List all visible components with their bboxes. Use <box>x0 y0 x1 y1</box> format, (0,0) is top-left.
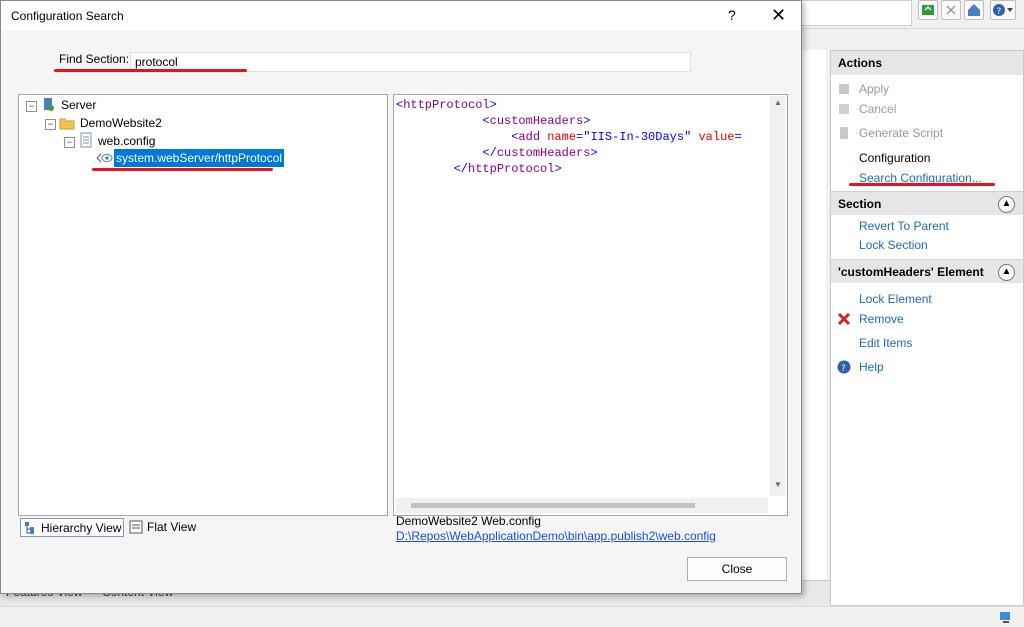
config-path-link[interactable]: D:\Repos\WebApplicationDemo\bin\app.publ… <box>396 529 716 543</box>
folder-icon <box>59 118 75 130</box>
section-header-label: Section <box>838 197 882 211</box>
xml-token: httpProtocol <box>403 98 490 112</box>
tree-node-server[interactable]: Server <box>61 96 96 114</box>
xml-token: "IIS-In-30Days" <box>583 130 692 144</box>
actions-pane: Actions Apply Cancel Generate Script Con… <box>830 50 1024 606</box>
config-file-icon <box>80 132 92 148</box>
address-field[interactable] <box>800 0 912 26</box>
flat-view-label: Flat View <box>147 520 197 534</box>
help-icon: ? <box>837 360 851 374</box>
xml-token: = <box>734 130 742 144</box>
refresh-icon[interactable] <box>918 0 938 20</box>
xml-code: <httpProtocol> <customHeaders> < add name… <box>396 97 742 177</box>
element-header-label: 'customHeaders' Element <box>838 265 984 279</box>
horizontal-scroll-thumb[interactable] <box>411 503 695 508</box>
actions-header: Actions <box>831 51 1023 75</box>
home-icon[interactable] <box>964 0 984 20</box>
generate-script-action[interactable]: Generate Script <box>859 124 943 142</box>
flat-view-tab[interactable]: Flat View <box>127 518 207 537</box>
find-section-highlight <box>54 69 247 72</box>
xml-token: customHeaders <box>496 146 591 160</box>
config-location-title: DemoWebsite2 Web.config <box>396 514 541 528</box>
hierarchy-view-tab[interactable]: Hierarchy View <box>20 518 124 537</box>
section-icon <box>96 153 113 163</box>
xml-token: customHeaders <box>489 114 584 128</box>
xml-token: > <box>554 162 562 176</box>
help-dropdown-icon[interactable]: ? <box>990 0 1016 20</box>
stop-icon[interactable] <box>941 0 961 20</box>
xml-line: <httpProtocol> <box>396 97 742 113</box>
xml-line: <add name="IIS-In-30Days" value= <box>396 129 742 145</box>
configuration-search-dialog: Configuration Search ? ✕ Find Section: −… <box>0 0 802 594</box>
xml-token: > <box>583 114 591 128</box>
collapse-config-icon[interactable]: − <box>64 137 75 148</box>
cancel-icon <box>839 104 849 114</box>
edit-items-action[interactable]: Edit Items <box>859 334 912 352</box>
tree-node-site[interactable]: DemoWebsite2 <box>80 114 162 132</box>
revert-to-parent-action[interactable]: Revert To Parent <box>859 217 949 235</box>
xml-line: </httpProtocol> <box>396 161 742 177</box>
section-tree: − Server − DemoWebsite2 − web.config sys… <box>18 94 388 516</box>
features-area <box>800 50 826 608</box>
xml-preview: <httpProtocol> <customHeaders> < add name… <box>393 94 788 516</box>
vertical-scrollbar[interactable]: ▲ ▼ <box>770 96 785 496</box>
xml-line: </customHeaders> <box>396 145 742 161</box>
xml-token: </ <box>482 146 497 160</box>
xml-token: value <box>698 130 735 144</box>
remove-icon <box>837 312 851 326</box>
collapse-server-icon[interactable]: − <box>26 101 37 112</box>
selected-node-highlight <box>92 168 273 171</box>
xml-line: <customHeaders> <box>396 113 742 129</box>
xml-token: httpProtocol <box>468 162 555 176</box>
dialog-title: Configuration Search <box>11 9 124 23</box>
xml-token: < <box>482 114 490 128</box>
close-icon[interactable]: ✕ <box>771 5 786 26</box>
help-action[interactable]: Help <box>859 358 884 376</box>
svg-text:?: ? <box>841 364 846 374</box>
help-button[interactable]: ? <box>728 7 736 23</box>
configuration-label: Configuration <box>859 151 931 165</box>
xml-token: name <box>547 130 577 144</box>
collapse-section-icon[interactable]: ▲ <box>998 196 1015 213</box>
scroll-down-icon[interactable]: ▼ <box>774 480 782 489</box>
apply-action[interactable]: Apply <box>859 80 889 98</box>
network-icon <box>1000 612 1010 623</box>
section-header[interactable]: Section ▲ <box>831 191 1023 215</box>
flat-view-icon <box>129 520 143 534</box>
find-section-label: Find Section: <box>59 52 130 66</box>
xml-token: </ <box>453 162 469 176</box>
scroll-up-icon[interactable]: ▲ <box>774 98 782 107</box>
search-configuration-highlight <box>849 183 995 186</box>
svg-text:?: ? <box>997 7 1002 17</box>
tree-node-section-selected[interactable]: system.webServer/httpProtocol <box>114 149 285 167</box>
element-header[interactable]: 'customHeaders' Element ▲ <box>831 259 1023 283</box>
remove-action[interactable]: Remove <box>859 310 904 328</box>
server-icon <box>44 98 54 111</box>
lock-element-action[interactable]: Lock Element <box>859 290 932 308</box>
tree-node-config[interactable]: web.config <box>98 132 155 150</box>
collapse-site-icon[interactable]: − <box>45 119 56 130</box>
apply-icon <box>839 84 849 94</box>
hierarchy-view-label: Hierarchy View <box>41 521 122 535</box>
generate-script-icon <box>840 127 848 139</box>
lock-section-action[interactable]: Lock Section <box>859 236 928 254</box>
xml-token: > <box>489 98 497 112</box>
hierarchy-icon <box>25 522 34 534</box>
status-bar <box>0 606 1024 627</box>
xml-token: > <box>590 146 598 160</box>
xml-token: add <box>518 130 548 144</box>
cancel-action[interactable]: Cancel <box>859 100 896 118</box>
collapse-element-icon[interactable]: ▲ <box>998 264 1015 281</box>
close-button[interactable]: Close <box>687 557 787 581</box>
